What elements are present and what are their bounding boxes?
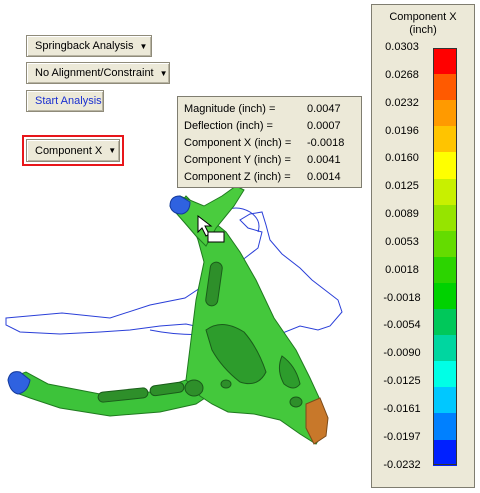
- legend-swatch: [433, 309, 457, 336]
- legend-title: Component X (inch): [372, 11, 474, 37]
- legend-swatch: [433, 100, 457, 127]
- legend-swatch: [433, 335, 457, 362]
- legend-tick-label: 0.0160: [385, 152, 419, 165]
- legend-swatch: [433, 256, 457, 284]
- readout-row: Component Y (inch) = 0.0041: [184, 152, 355, 169]
- legend-tick-label: 0.0303: [385, 41, 419, 53]
- readout-label: Component Z (inch) =: [184, 171, 291, 183]
- chevron-down-icon: ▼: [108, 146, 117, 155]
- legend-tick-label: -0.0161: [383, 402, 421, 415]
- readout-label: Magnitude (inch) =: [184, 103, 276, 115]
- legend-swatch: [433, 439, 457, 467]
- readout-row: Magnitude (inch) = 0.0047: [184, 101, 355, 118]
- legend-swatch: [433, 48, 457, 75]
- readout-row: Deflection (inch) = 0.0007: [184, 118, 355, 135]
- probe-readout-panel: Magnitude (inch) = 0.0047 Deflection (inch…: [177, 96, 362, 188]
- deformed-part: [7, 185, 329, 445]
- legend-swatch: [433, 230, 457, 258]
- readout-value: 0.0041: [307, 154, 341, 166]
- legend-swatch: [433, 178, 457, 206]
- legend-tick-label: 0.0053: [385, 235, 419, 248]
- legend-tick-label: -0.0090: [383, 347, 421, 360]
- alignment-dropdown[interactable]: No Alignment/Constraint ▼: [26, 62, 170, 84]
- readout-label: Component Y (inch) =: [184, 154, 291, 166]
- readout-value: 0.0014: [307, 171, 341, 183]
- legend-tick-label: -0.0232: [383, 458, 421, 471]
- legend-tick-label: -0.0018: [383, 291, 421, 304]
- legend-tick-label: -0.0125: [383, 375, 421, 388]
- nominal-outline: [5, 207, 343, 361]
- legend-swatch: [433, 126, 457, 153]
- legend-swatch: [433, 204, 457, 232]
- readout-row: Component Z (inch) = 0.0014: [184, 169, 355, 186]
- legend-title-line2: (inch): [409, 24, 437, 36]
- legend-tick-label: 0.0268: [385, 68, 419, 81]
- readout-value: -0.0018: [307, 137, 345, 149]
- legend-swatch: [433, 74, 457, 101]
- legend-tick-label: 0.0089: [385, 208, 419, 221]
- readout-row: Component X (inch) = -0.0018: [184, 135, 355, 152]
- color-legend: Component X (inch) 0.0303 0.0268 0.0232 0.0…: [371, 4, 475, 488]
- readout-value: 0.0047: [307, 103, 341, 115]
- legend-tick-label: 0.0196: [385, 124, 419, 137]
- readout-label: Deflection (inch) =: [184, 120, 273, 132]
- start-analysis-label: Start Analysis: [35, 95, 102, 107]
- chevron-down-icon: ▼: [139, 41, 148, 51]
- springback-analysis-dropdown[interactable]: Springback Analysis ▼: [26, 35, 152, 57]
- legend-swatch: [433, 282, 457, 310]
- readout-value: 0.0007: [307, 120, 341, 132]
- top-arm: [169, 185, 245, 247]
- legend-swatch: [433, 361, 457, 388]
- legend-tick-label: 0.0018: [385, 263, 419, 276]
- chevron-down-icon: ▼: [159, 68, 168, 78]
- legend-swatch: [433, 152, 457, 179]
- legend-swatch: [433, 413, 457, 440]
- alignment-label: No Alignment/Constraint: [35, 67, 154, 79]
- component-label: Component X: [35, 144, 103, 157]
- legend-tick-label: 0.0125: [385, 180, 419, 193]
- legend-swatch: [433, 387, 457, 414]
- springback-label: Springback Analysis: [35, 40, 134, 52]
- legend-tick-label: -0.0054: [383, 319, 421, 332]
- legend-tick-label: 0.0232: [385, 96, 419, 109]
- legend-tick-label: -0.0197: [383, 430, 421, 443]
- start-analysis-button[interactable]: Start Analysis: [26, 90, 104, 112]
- readout-label: Component X (inch) =: [184, 137, 292, 149]
- legend-title-line1: Component X: [389, 11, 457, 23]
- component-dropdown[interactable]: Component X ▼: [26, 139, 120, 162]
